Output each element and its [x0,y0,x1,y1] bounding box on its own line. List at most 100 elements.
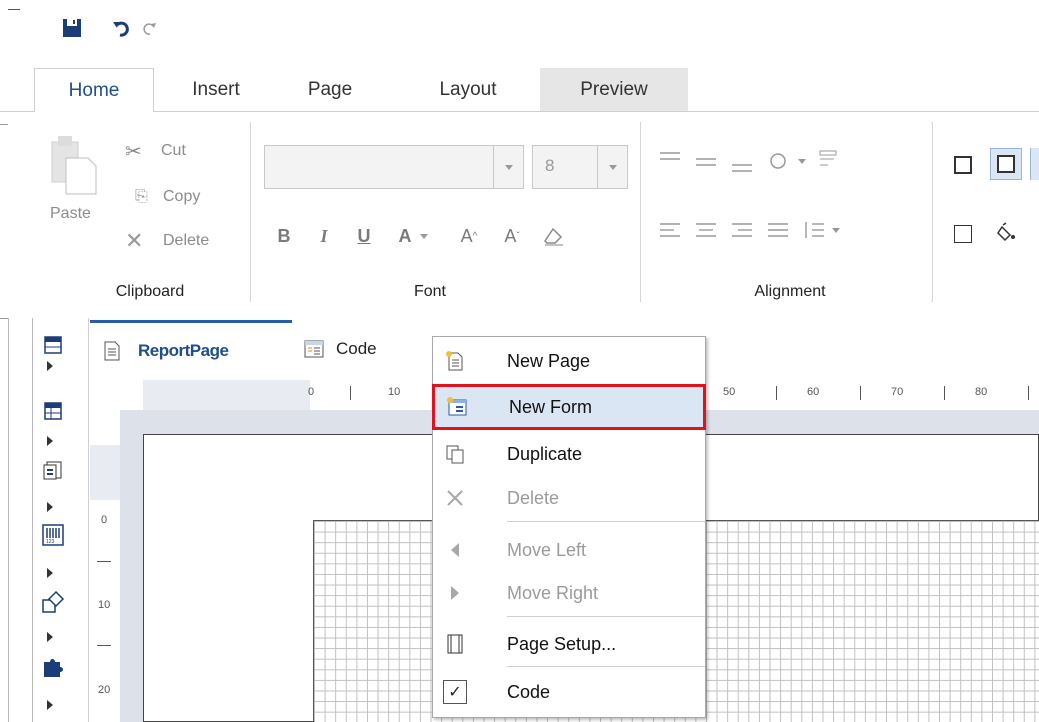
move-right-icon [451,586,459,600]
shape-tool-icon[interactable] [38,587,68,617]
menu-item-page-setup[interactable]: Page Setup... [433,624,705,664]
page-icon [104,341,120,360]
tab-home-label: Home [68,79,120,101]
svg-text:123: 123 [46,539,55,545]
duplicate-icon [446,445,464,464]
chevron-down-icon [608,164,617,170]
tab-code[interactable]: Code [304,320,424,378]
text-tool-icon[interactable] [38,456,68,486]
shape-tool-expand-arrow[interactable] [47,632,53,642]
barcode-tool-icon[interactable]: 123 [38,520,68,550]
align-right-icon[interactable] [732,223,752,237]
menu-separator [507,666,705,667]
group-separator [250,122,251,302]
align-top-icon[interactable] [660,152,680,160]
align-middle-icon[interactable] [696,158,716,166]
delete-button[interactable]: ✕ Delete [125,228,235,254]
menu-item-code[interactable]: ✓ Code [433,672,705,712]
delete-x-icon: ✕ [125,228,144,253]
underline-label: U [357,225,371,246]
shrink-font-button[interactable]: Aˇ [498,222,526,250]
tab-layout[interactable]: Layout [412,68,524,112]
ruler-tick: 0 [308,386,315,398]
menu-item-new-page[interactable]: New Page [433,341,705,381]
cut-button[interactable]: ✂ Cut [125,138,235,164]
paint-bucket-icon [997,222,1015,242]
barcode-tool-expand-arrow[interactable] [47,568,53,578]
shrink-font-label: A [504,225,517,246]
menu-item-label: New Page [507,350,591,371]
align-center-icon[interactable] [696,223,716,237]
bold-button[interactable]: B [270,222,298,250]
clear-formatting-button[interactable] [540,222,568,250]
delete-label: Delete [163,232,210,249]
menu-item-label: Move Right [507,582,599,603]
border-outline-button[interactable] [990,148,1022,180]
menu-item-label: Delete [507,487,560,508]
rotate-text-icon[interactable] [770,153,806,169]
tab-insert[interactable]: Insert [166,68,266,112]
fill-color-button[interactable] [996,221,1022,247]
save-button[interactable] [58,14,86,42]
word-wrap-icon[interactable] [819,150,837,166]
font-size-combo[interactable]: 8 [532,145,628,189]
ruler-tick: 10 [98,599,111,611]
tab-page[interactable]: Page [285,68,375,112]
checkmark-icon: ✓ [443,680,467,704]
menu-item-duplicate[interactable]: Duplicate [433,434,705,474]
tab-home[interactable]: Home [34,68,154,112]
font-name-dropdown[interactable] [493,146,523,188]
ribbon-edge-mark [0,124,8,125]
font-color-button[interactable]: A [388,222,438,250]
menu-item-delete: Delete [433,478,705,518]
ruler-tick: 80 [975,386,988,398]
copy-button[interactable]: ⎘ Copy [125,184,235,210]
font-size-value: 8 [545,156,555,175]
align-bottom-icon[interactable] [732,164,752,172]
delete-icon [447,490,463,506]
table-tool-icon[interactable] [38,396,68,426]
plugin-tool-expand-arrow[interactable] [47,700,53,710]
group-separator [932,122,933,302]
ruler-tick-mark [350,386,351,400]
italic-button[interactable]: I [310,222,338,250]
font-size-dropdown[interactable] [597,146,627,188]
code-icon [304,340,324,358]
paste-button[interactable] [48,136,104,206]
tab-report-page[interactable]: ReportPage [90,320,292,378]
tab-layout-label: Layout [439,79,497,100]
band-tool-expand-arrow[interactable] [47,361,53,371]
table-tool-expand-arrow[interactable] [47,436,53,446]
border-more-button[interactable] [1030,148,1039,180]
ruler-tick: 20 [98,684,111,696]
tab-page-label: Page [307,79,353,100]
redo-button[interactable] [135,14,163,42]
toolbox-border [32,318,33,722]
move-left-icon [451,543,459,557]
menu-separator [507,521,705,522]
undo-button[interactable] [108,14,136,42]
band-tool-icon[interactable] [38,330,68,360]
redo-icon [143,23,156,35]
align-justify-icon[interactable] [768,223,788,237]
menu-item-label: Duplicate [507,443,583,464]
ruler-tick-mark [97,561,111,562]
cut-label: Cut [161,142,186,159]
tab-insert-label: Insert [192,79,240,100]
ruler-tick: 60 [807,386,820,398]
bold-label: B [277,225,291,246]
align-left-icon[interactable] [660,223,680,237]
tab-preview[interactable]: Preview [540,68,688,112]
text-tool-expand-arrow[interactable] [47,502,53,512]
grow-font-label: A [460,225,473,246]
ruler-tick-mark [944,386,945,400]
grow-font-button[interactable]: A ^ [455,222,483,250]
plugin-tool-icon[interactable] [38,652,68,682]
border-box-icon[interactable] [954,156,972,174]
no-border-icon[interactable] [954,225,972,243]
font-name-combo[interactable] [264,145,524,189]
line-spacing-icon[interactable] [805,222,840,238]
underline-button[interactable]: U [350,222,378,250]
report-designer-window: Home Insert Page Layout Preview Paste ✂ … [0,0,1039,722]
save-icon [63,19,81,37]
